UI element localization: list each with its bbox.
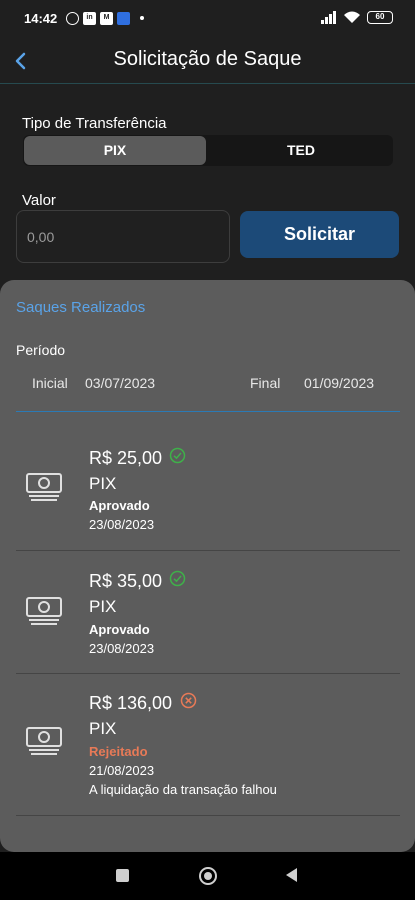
period-label: Período [16, 342, 66, 358]
withdrawal-item[interactable]: R$ 136,00 PIX Rejeitado 21/08/2023 A liq… [0, 676, 415, 816]
recents-square-icon[interactable] [116, 869, 129, 882]
item-divider [16, 673, 400, 674]
back-triangle-icon[interactable] [286, 868, 297, 882]
withdrawal-item[interactable]: R$ 25,00 PIX Aprovado 23/08/2023 [0, 430, 415, 550]
valor-input[interactable] [16, 210, 230, 263]
withdrawal-reason: A liquidação da transação falhou [89, 782, 277, 797]
check-circle-icon [169, 570, 186, 587]
transfer-type-label: Tipo de Transferência [22, 115, 167, 132]
home-circle-icon[interactable] [199, 867, 217, 885]
valor-label: Valor [22, 192, 56, 209]
withdrawal-type: PIX [89, 719, 117, 738]
withdrawal-status: Rejeitado [89, 744, 148, 759]
linkedin-icon: in [83, 11, 96, 25]
start-date-label: Inicial [32, 375, 68, 391]
transfer-type-selector: PIX TED [23, 135, 393, 166]
withdrawal-status: Aprovado [89, 498, 150, 513]
notification-icons: in M [66, 10, 144, 26]
status-bar: 14:42 in M 60 [0, 0, 415, 38]
system-nav-bar [0, 852, 415, 900]
item-divider [16, 815, 400, 816]
period-divider [16, 411, 400, 412]
start-date-value[interactable]: 03/07/2023 [85, 375, 155, 391]
battery-icon: 60 [367, 11, 393, 24]
withdrawal-item[interactable]: R$ 35,00 PIX Aprovado 23/08/2023 [0, 553, 415, 673]
withdrawal-type: PIX [89, 597, 117, 616]
status-time: 14:42 [24, 11, 58, 26]
withdrawal-type: PIX [89, 474, 117, 493]
withdrawal-date: 23/08/2023 [89, 517, 155, 532]
x-circle-icon [180, 692, 197, 709]
withdrawal-amount: R$ 25,00 [89, 448, 163, 468]
withdrawal-status: Aprovado [89, 622, 150, 637]
more-notifications-icon [140, 16, 144, 20]
solicitar-button[interactable]: Solicitar [240, 211, 399, 258]
alarm-icon [66, 11, 79, 25]
gmail-icon: M [100, 11, 113, 25]
end-date-value[interactable]: 01/09/2023 [304, 375, 374, 391]
item-divider [16, 550, 400, 551]
withdrawals-panel: Saques Realizados Período Inicial 03/07/… [0, 280, 415, 852]
transfer-option-ted[interactable]: TED [210, 136, 392, 165]
withdrawal-date: 23/08/2023 [89, 641, 155, 656]
money-icon [26, 727, 62, 755]
system-icons: 60 [321, 11, 393, 24]
check-circle-icon [169, 447, 186, 464]
wifi-icon [344, 11, 360, 23]
withdrawal-amount: R$ 136,00 [89, 693, 173, 713]
signal-icon [321, 11, 336, 24]
app-bar: Solicitação de Saque [0, 38, 415, 84]
withdrawal-date: 21/08/2023 [89, 763, 155, 778]
page-title: Solicitação de Saque [113, 48, 302, 70]
money-icon [26, 597, 62, 625]
transfer-option-pix[interactable]: PIX [24, 136, 206, 165]
money-icon [26, 473, 62, 501]
withdrawals-title: Saques Realizados [16, 299, 146, 316]
withdrawal-amount: R$ 35,00 [89, 571, 163, 591]
app-icon [117, 11, 130, 25]
end-date-label: Final [250, 375, 281, 391]
